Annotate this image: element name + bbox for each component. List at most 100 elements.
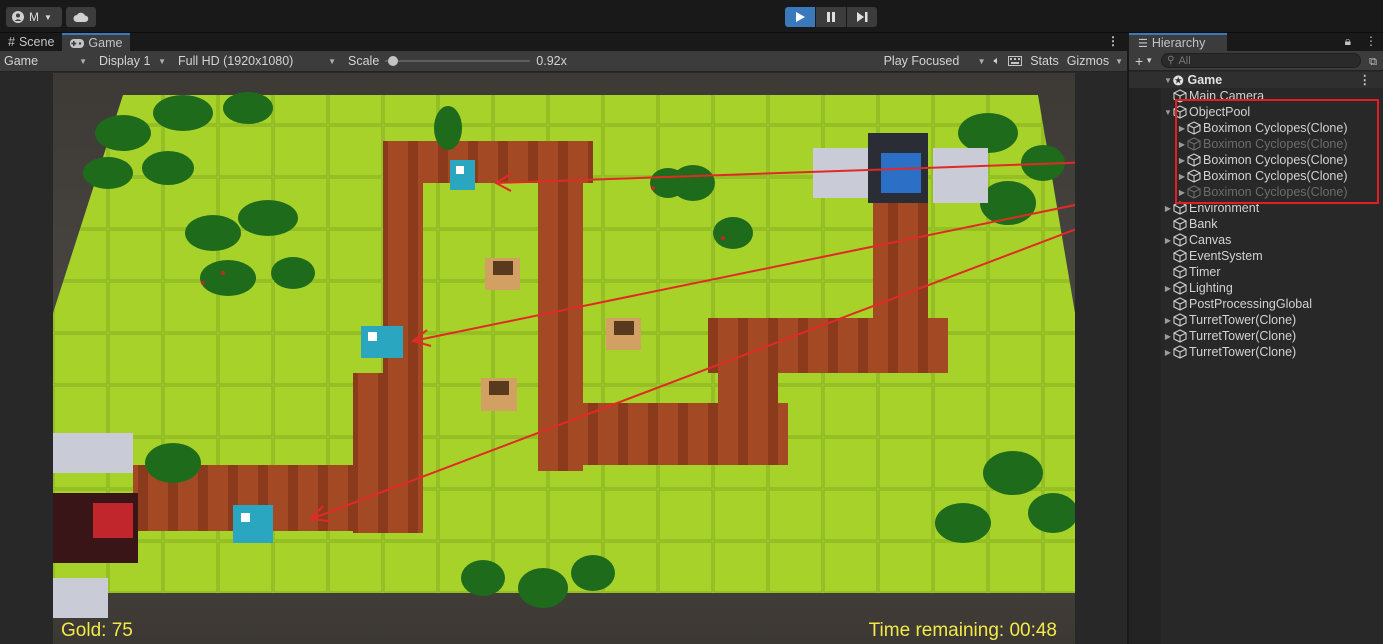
hierarchy-search-input[interactable] <box>1178 54 1339 67</box>
expanded-arrow-icon[interactable]: ▼ <box>1163 108 1173 117</box>
hierarchy-item[interactable]: EventSystem <box>1129 248 1383 264</box>
collapsed-arrow-icon[interactable]: ▶ <box>1163 236 1173 245</box>
view-select-label: Game <box>4 54 39 68</box>
hierarchy-item[interactable]: PostProcessingGlobal <box>1129 296 1383 312</box>
hierarchy-item-label: Timer <box>1189 265 1221 279</box>
hierarchy-tab-actions: 🔒︎ ⋮ <box>1345 34 1377 49</box>
gameobject-cube-icon <box>1173 233 1187 247</box>
gameobject-cube-icon <box>1173 297 1187 311</box>
pause-button[interactable] <box>816 7 846 27</box>
grid-icon: # <box>8 35 15 49</box>
play-button[interactable] <box>785 7 815 27</box>
time-remaining: Time remaining: 00:48 <box>868 620 1057 641</box>
gameobject-cube-icon <box>1173 217 1187 231</box>
hierarchy-item[interactable]: ▶ Canvas <box>1129 232 1383 248</box>
cloud-button[interactable] <box>66 7 96 27</box>
hierarchy-item[interactable]: Bank <box>1129 216 1383 232</box>
hierarchy-item[interactable]: ▶ Lighting <box>1129 280 1383 296</box>
scale-label: Scale <box>348 54 380 68</box>
hierarchy-item-label: TurretTower(Clone) <box>1189 345 1297 359</box>
kebab-menu-icon[interactable]: ⋮ <box>1107 34 1119 48</box>
scale-slider[interactable] <box>385 56 531 66</box>
scale-control: Scale 0.92x <box>340 51 571 72</box>
hierarchy-item[interactable]: ▶ TurretTower(Clone) <box>1129 328 1383 344</box>
list-icon: ☰ <box>1138 37 1148 50</box>
tab-game-label: Game <box>88 36 123 50</box>
plus-icon: + <box>1135 52 1144 69</box>
game-viewport[interactable]: Gold: 75 Time remaining: 00:48 <box>53 73 1075 644</box>
create-button[interactable]: + ▼ <box>1135 53 1153 69</box>
tab-game[interactable]: Game <box>62 33 131 51</box>
hierarchy-search: ⚲ <box>1161 53 1362 68</box>
hierarchy-item-label: Bank <box>1189 217 1218 231</box>
display-select-label: Display 1 <box>99 54 151 68</box>
tab-scene-label: Scene <box>18 35 55 49</box>
collapsed-arrow-icon[interactable]: ▶ <box>1163 204 1173 213</box>
gameobject-cube-icon <box>1173 329 1187 343</box>
scene-header[interactable]: ▼ ✪ Game ⋮ <box>1129 72 1383 88</box>
game-scene-image <box>53 92 1075 618</box>
play-mode-select-label: Play Focused <box>883 54 960 68</box>
game-panel: # Scene Game ⋮ Game Display 1 Full HD (1… <box>0 33 1127 644</box>
scene-name: Game <box>1187 73 1223 87</box>
collapsed-arrow-icon[interactable]: ▶ <box>1163 348 1173 357</box>
account-button[interactable]: M ▼ <box>6 7 62 27</box>
lock-icon[interactable]: 🔒︎ <box>1345 34 1351 49</box>
view-tabs: # Scene Game <box>0 33 1127 51</box>
scale-value: 0.92x <box>536 54 567 68</box>
collapsed-arrow-icon[interactable]: ▶ <box>1163 332 1173 341</box>
view-select[interactable]: Game <box>0 51 91 72</box>
hierarchy-item[interactable]: ▶ TurretTower(Clone) <box>1129 344 1383 360</box>
hierarchy-item-label: TurretTower(Clone) <box>1189 329 1297 343</box>
cloud-icon <box>73 12 89 22</box>
tab-scene[interactable]: # Scene <box>0 33 62 51</box>
game-view-toolbar: Game Display 1 Full HD (1920x1080) Scale… <box>0 51 1127 72</box>
gameobject-cube-icon <box>1173 313 1187 327</box>
stats-label: Stats <box>1030 54 1059 68</box>
hierarchy-item-label: TurretTower(Clone) <box>1189 313 1297 327</box>
search-options-icon[interactable]: ⧉ <box>1369 56 1377 69</box>
gizmos-button[interactable]: Gizmos <box>1063 51 1127 72</box>
stats-button[interactable]: Stats <box>1026 51 1063 72</box>
pause-icon <box>827 12 835 22</box>
kebab-menu-icon[interactable]: ⋮ <box>1365 34 1377 49</box>
gizmos-label: Gizmos <box>1066 54 1110 68</box>
keyboard-icon <box>1008 56 1023 66</box>
hierarchy-item[interactable]: ▶ TurretTower(Clone) <box>1129 312 1383 328</box>
play-icon <box>796 12 805 22</box>
speaker-icon: 🔈︎ <box>993 54 1001 67</box>
tab-hierarchy-label: Hierarchy <box>1151 36 1206 50</box>
step-button[interactable] <box>847 7 877 27</box>
hierarchy-item-label: Canvas <box>1189 233 1232 247</box>
annotation-highlight-box <box>1175 99 1379 204</box>
expand-arrow-icon[interactable]: ▼ <box>1163 76 1173 85</box>
chevron-down-icon: ▼ <box>1145 56 1154 65</box>
main-toolbar: M ▼ <box>0 0 1383 33</box>
gameobject-cube-icon <box>1173 281 1187 295</box>
tab-hierarchy[interactable]: ☰ Hierarchy <box>1129 33 1227 51</box>
search-icon: ⚲ <box>1167 55 1175 66</box>
keyboard-button[interactable] <box>1004 51 1026 72</box>
collapsed-arrow-icon[interactable]: ▶ <box>1163 284 1173 293</box>
scale-slider-handle[interactable] <box>387 56 398 66</box>
gamepad-icon <box>70 38 85 48</box>
collapsed-arrow-icon[interactable]: ▶ <box>1163 316 1173 325</box>
chevron-down-icon: ▼ <box>44 12 52 22</box>
gold-counter: Gold: 75 <box>61 620 133 641</box>
hierarchy-toolbar: + ▼ ⚲ <box>1129 51 1383 71</box>
play-mode-select[interactable]: Play Focused <box>880 51 990 72</box>
account-icon <box>12 11 24 23</box>
scene-menu-icon[interactable]: ⋮ <box>1359 72 1372 87</box>
step-icon <box>856 12 867 22</box>
unity-scene-icon: ✪ <box>1173 73 1184 88</box>
display-select[interactable]: Display 1 <box>91 51 170 72</box>
playmode-controls <box>785 7 877 27</box>
gameobject-cube-icon <box>1173 265 1187 279</box>
resolution-select[interactable]: Full HD (1920x1080) <box>170 51 340 72</box>
hierarchy-tabbar: ☰ Hierarchy 🔒︎ ⋮ <box>1129 33 1383 51</box>
gameobject-cube-icon <box>1173 249 1187 263</box>
resolution-select-label: Full HD (1920x1080) <box>178 54 294 68</box>
mute-audio-button[interactable]: 🔈︎ <box>990 51 1005 72</box>
hierarchy-item[interactable]: Timer <box>1129 264 1383 280</box>
account-label: M <box>29 10 39 24</box>
